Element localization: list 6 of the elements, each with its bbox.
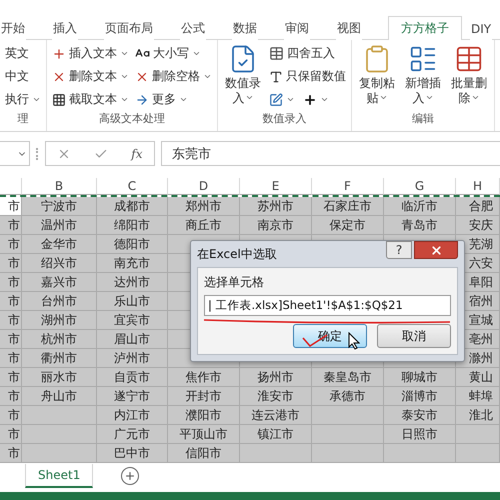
group-label: 编辑 [411,111,435,127]
dialog-title: 在Excel中选取 [197,246,277,262]
field-label: 选择单元格 [204,274,265,291]
group-label: 数值录入 [262,111,308,127]
group-label: 高级文本处理 [98,111,166,127]
group-label: 理 [16,111,30,127]
